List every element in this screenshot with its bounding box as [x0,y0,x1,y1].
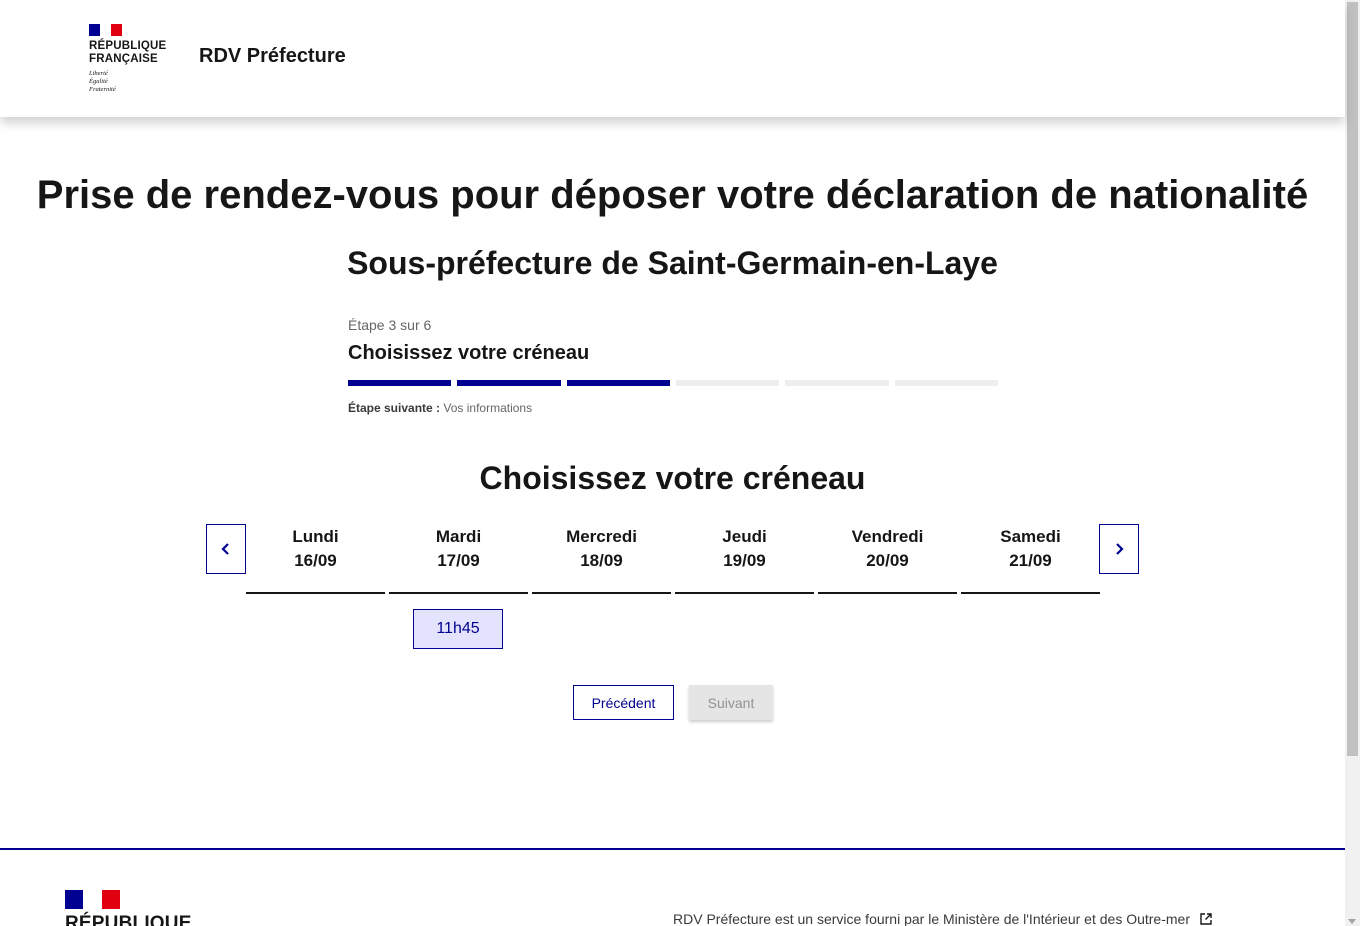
day-name: Lundi [292,527,339,546]
page: RÉPUBLIQUE FRANÇAISE Liberté Égalité Fra… [0,0,1345,926]
day-name: Mercredi [566,527,637,546]
site-footer: RÉPUBLIQUE RDV Préfecture est un service… [0,848,1345,926]
stepper-bar-3 [566,380,670,386]
day-date: 21/09 [1009,551,1052,570]
previous-week-button[interactable] [206,524,246,574]
french-flag-icon [89,24,122,36]
footer-logo[interactable]: RÉPUBLIQUE [65,890,192,926]
page-title: Prise de rendez-vous pour déposer votre … [36,173,1309,217]
stepper-bar-6 [894,380,998,386]
chevron-right-icon [1116,543,1124,555]
next-week-button[interactable] [1099,524,1139,574]
day-column: Vendredi 20/09 [818,524,957,594]
day-column: Samedi 21/09 [961,524,1100,594]
day-column: Jeudi 19/09 [675,524,814,594]
stepper-bar-4 [675,380,780,386]
logo-devise: Liberté Égalité Fraternité [89,70,116,93]
vertical-scrollbar[interactable] [1345,0,1360,926]
stepper-next-step: Étape suivante : Vos informations [348,401,998,415]
day-date: 20/09 [866,551,909,570]
stepper: Étape 3 sur 6 Choisissez votre créneau É… [348,317,998,415]
day-date: 19/09 [723,551,766,570]
french-flag-icon [65,890,120,909]
footer-logo-text: RÉPUBLIQUE [65,913,192,926]
scrollbar-thumb[interactable] [1347,2,1358,756]
day-name: Mardi [435,527,482,546]
stepper-title: Choisissez votre créneau [348,342,590,364]
external-link-icon [1200,913,1212,925]
section-title: Choisissez votre créneau [479,460,866,496]
chevron-left-icon [221,543,229,555]
previous-button[interactable]: Précédent [573,685,674,720]
day-column: Mardi 17/09 [389,524,528,594]
stepper-next-label: Étape suivante : [348,401,441,415]
day-name: Samedi [1000,527,1061,546]
stepper-next-value: Vos informations [443,401,533,415]
day-date: 16/09 [294,551,337,570]
day-column: Lundi 16/09 [246,524,385,594]
scroll-down-arrow-icon[interactable] [1348,919,1356,924]
site-header: RÉPUBLIQUE FRANÇAISE Liberté Égalité Fra… [0,0,1345,117]
stepper-bar-1 [348,380,452,386]
republique-francaise-logo[interactable]: RÉPUBLIQUE FRANÇAISE Liberté Égalité Fra… [89,24,174,94]
logo-text: RÉPUBLIQUE FRANÇAISE [89,40,167,65]
footer-service-link[interactable]: RDV Préfecture est un service fourni par… [673,911,1212,926]
stepper-progress [348,380,998,386]
stepper-bar-5 [785,380,889,386]
stepper-state: Étape 3 sur 6 [348,317,432,333]
time-slot-button[interactable]: 11h45 [413,609,503,649]
day-date: 18/09 [580,551,623,570]
day-name: Jeudi [722,527,767,546]
prefecture-title: Sous-préfecture de Saint-Germain-en-Laye [347,245,998,281]
day-name: Vendredi [851,527,924,546]
day-date: 17/09 [437,551,480,570]
site-title[interactable]: RDV Préfecture [199,45,346,68]
day-column: Mercredi 18/09 [532,524,671,594]
footer-service-text: RDV Préfecture est un service fourni par… [673,911,1190,926]
stepper-bar-2 [457,380,561,386]
next-button-disabled[interactable]: Suivant [689,685,773,720]
day-columns: Lundi 16/09 Mardi 17/09 Mercredi 18/09 J… [246,524,1100,594]
